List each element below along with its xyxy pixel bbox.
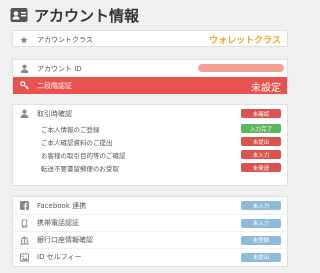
link-row-facebook[interactable]: Facebook 連携 未入力 (13, 197, 287, 214)
account-id-value-redacted (198, 64, 284, 72)
verification-item[interactable]: 転送不要書留郵便のお受取 未発送 (13, 161, 287, 174)
verification-item-badge: 未提出 (241, 137, 281, 146)
two-factor-status: 未設定 (251, 83, 281, 94)
link-row-bank[interactable]: 銀行口座情報確認 未登録 (13, 231, 287, 248)
link-status-badge: 未提出 (241, 252, 281, 262)
phone-icon (17, 218, 31, 228)
account-id-card: アカウント ID 二段階認証 未設定 (12, 59, 288, 94)
verification-item[interactable]: ご本人確認資料のご提出 未提出 (13, 135, 287, 148)
key-icon (17, 81, 31, 90)
two-factor-row[interactable]: 二段階認証 未設定 (13, 77, 287, 94)
user-icon (17, 109, 31, 118)
verification-item-badge: 未発送 (241, 163, 281, 172)
user-icon (17, 64, 31, 73)
bank-icon (17, 235, 31, 245)
link-row-phone[interactable]: 携帯電話認証 未入力 (13, 214, 287, 231)
link-status-badge: 未入力 (241, 218, 281, 228)
facebook-icon (17, 201, 31, 210)
two-factor-label: 二段階認証 (37, 81, 72, 90)
account-class-card: アカウントクラス ウォレットクラス (12, 30, 288, 47)
page-title: アカウント情報 (34, 6, 140, 25)
link-row-selfie[interactable]: ID セルフィー 未提出 (13, 248, 287, 265)
link-status-badge: 未入力 (241, 201, 281, 210)
page-header: アカウント情報 (10, 4, 139, 26)
verification-status-badge: 未確認 (241, 109, 281, 118)
account-class-value: ウォレットクラス (209, 36, 281, 46)
verification-header-row[interactable]: 取引時確認 未確認 (13, 105, 287, 122)
star-icon (17, 35, 31, 44)
verification-item[interactable]: ご本人情報のご登録 入力完了 (13, 122, 287, 135)
linked-services-card: Facebook 連携 未入力 携帯電話認証 未入力 銀行口座情報確認 未登録 … (12, 196, 288, 267)
image-icon (17, 252, 31, 262)
link-status-badge: 未登録 (241, 235, 281, 245)
verification-item[interactable]: お客様の取引目的等のご確認 未入力 (13, 148, 287, 161)
verification-item-badge: 未入力 (241, 150, 281, 159)
account-id-row: アカウント ID (13, 60, 287, 77)
verification-item-badge: 入力完了 (241, 124, 281, 133)
id-card-icon (10, 8, 28, 22)
verification-card: 取引時確認 未確認 ご本人情報のご登録 入力完了 ご本人確認資料のご提出 未提出… (12, 104, 288, 186)
account-class-row: アカウントクラス ウォレットクラス (13, 31, 287, 48)
